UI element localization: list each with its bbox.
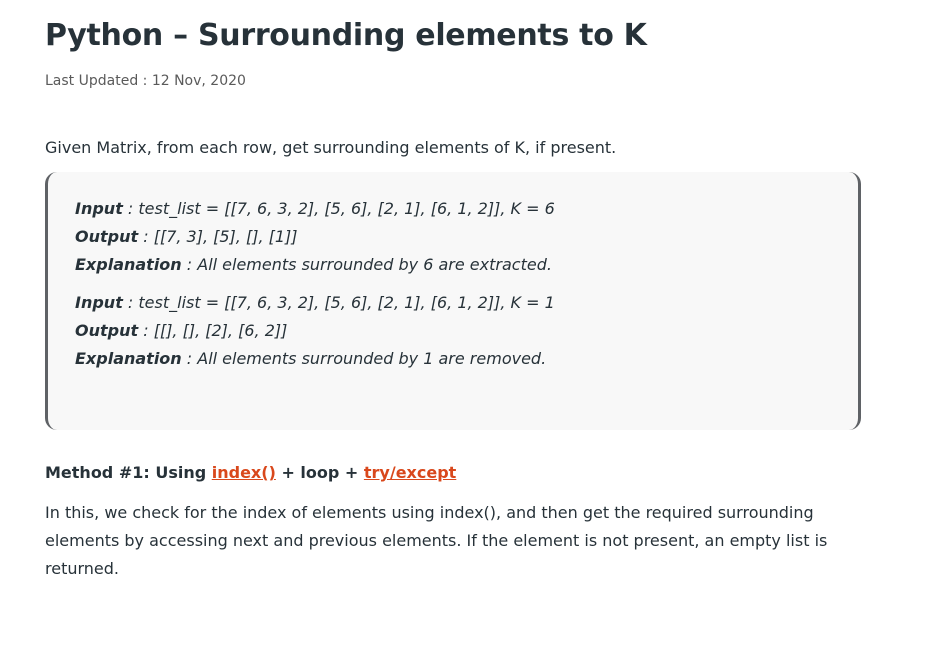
input-label: Input: [75, 199, 123, 218]
example-1-explanation: Explanation : All elements surrounded by…: [75, 255, 552, 274]
example-1-output: Output : [[7, 3], [5], [], [1]]: [75, 227, 298, 246]
output-label: Output: [75, 227, 139, 246]
method-heading-prefix: Method #1: Using: [45, 463, 212, 482]
output-value: : [[7, 3], [5], [], [1]]: [138, 227, 298, 246]
method-heading-middle: + loop +: [275, 463, 364, 482]
explanation-value: : All elements surrounded by 1 are remov…: [181, 349, 547, 368]
input-label: Input: [75, 293, 123, 312]
intro-paragraph: Given Matrix, from each row, get surroun…: [45, 138, 617, 157]
method-description: In this, we check for the index of eleme…: [45, 503, 828, 578]
input-value: : test_list = [[7, 6, 3, 2], [5, 6], [2,…: [122, 293, 555, 312]
example-2-output: Output : [[], [], [2], [6, 2]]: [75, 321, 287, 340]
example-2-input: Input : test_list = [[7, 6, 3, 2], [5, 6…: [75, 293, 555, 312]
example-box: Input : test_list = [[7, 6, 3, 2], [5, 6…: [45, 172, 861, 430]
method-heading: Method #1: Using index() + loop + try/ex…: [45, 463, 456, 482]
example-1-input: Input : test_list = [[7, 6, 3, 2], [5, 6…: [75, 199, 555, 218]
input-value: : test_list = [[7, 6, 3, 2], [5, 6], [2,…: [122, 199, 555, 218]
example-2-explanation: Explanation : All elements surrounded by…: [75, 349, 546, 368]
output-value: : [[], [], [2], [6, 2]]: [138, 321, 288, 340]
index-link[interactable]: index(): [212, 463, 276, 482]
explanation-label: Explanation: [75, 255, 182, 274]
output-label: Output: [75, 321, 139, 340]
page-title: Python – Surrounding elements to K: [45, 18, 647, 53]
last-updated-date: Last Updated : 12 Nov, 2020: [45, 73, 246, 89]
explanation-value: : All elements surrounded by 6 are extra…: [181, 255, 552, 274]
explanation-label: Explanation: [75, 349, 182, 368]
try-except-link[interactable]: try/except: [364, 463, 456, 482]
